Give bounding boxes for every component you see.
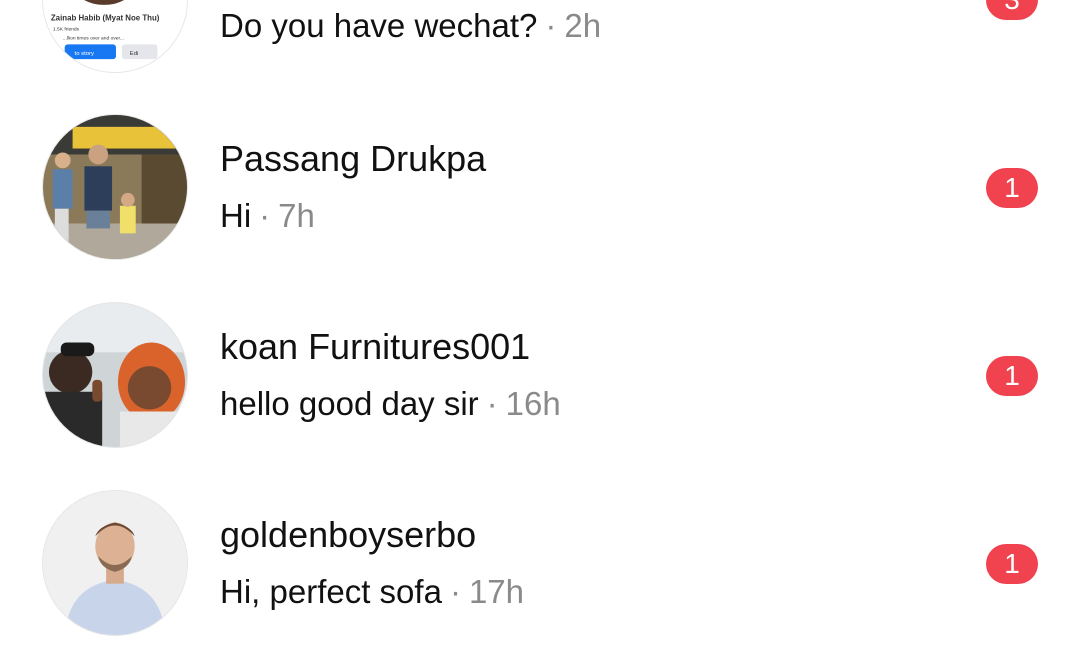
conversation-row[interactable]: Zainab Habib (Myat Noe Thu) 1.5K friends…: [0, 0, 1080, 73]
conversation-row[interactable]: Passang Drukpa Hi · 7h 1: [0, 50, 1080, 260]
message-time: 17h: [468, 573, 524, 610]
unread-badge: 1: [986, 356, 1038, 396]
message-preview: Do you have wechat? · 2h: [220, 6, 601, 46]
conversation-row[interactable]: koan Furnitures001 hello good day sir · 16…: [0, 238, 1080, 448]
contact-name: koan Furnitures001: [220, 326, 531, 367]
separator-dot: ·: [259, 197, 271, 234]
preview-text: Do you have wechat?: [220, 7, 538, 44]
preview-text: hello good day sir: [220, 385, 479, 422]
separator-dot: ·: [449, 573, 461, 610]
separator-dot: ·: [486, 385, 498, 422]
man-in-shirt-portrait-avatar: [43, 491, 187, 635]
unread-badge: 1: [986, 544, 1038, 584]
contact-name: Passang Drukpa: [220, 138, 487, 179]
message-preview: Hi, perfect sofa · 17h: [220, 572, 524, 612]
card-friends: 1.5K friends: [53, 27, 80, 33]
preview-text: Hi: [220, 197, 252, 234]
conversation-row[interactable]: goldenboyserbo Hi, perfect sofa · 17h 1: [0, 426, 1080, 636]
message-preview: hello good day sir · 16h: [220, 384, 561, 424]
message-time: 2h: [564, 7, 602, 44]
avatar[interactable]: [42, 490, 188, 636]
message-time: 7h: [278, 197, 315, 234]
card-bio: ...llion times over and over...: [63, 35, 124, 41]
contact-name: goldenboyserbo: [220, 514, 477, 555]
message-time: 16h: [505, 385, 561, 422]
preview-text: Hi, perfect sofa: [220, 573, 442, 610]
message-preview: Hi · 7h: [220, 196, 315, 236]
unread-badge: 3: [986, 0, 1038, 20]
unread-badge: 1: [986, 168, 1038, 208]
card-name: Zainab Habib (Myat Noe Thu): [51, 14, 160, 23]
separator-dot: ·: [545, 7, 557, 44]
conversation-list: Zainab Habib (Myat Noe Thu) 1.5K friends…: [0, 0, 1080, 669]
